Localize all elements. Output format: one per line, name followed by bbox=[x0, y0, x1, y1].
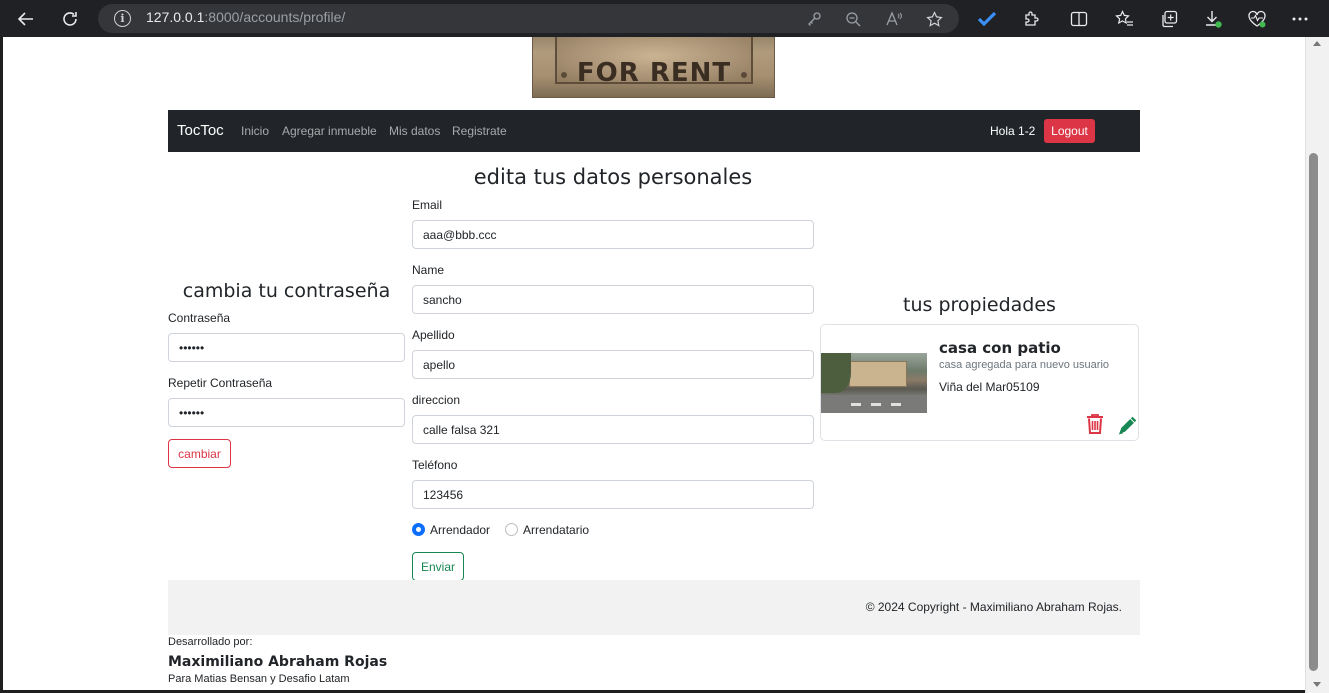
nav-link-registrate[interactable]: Registrate bbox=[452, 124, 507, 138]
password-form-heading: cambia tu contraseña bbox=[182, 280, 391, 302]
telefono-label: Teléfono bbox=[412, 458, 458, 472]
property-card[interactable]: casa con patio casa agregada para nuevo … bbox=[820, 324, 1139, 441]
name-field[interactable]: sancho bbox=[412, 285, 814, 314]
scrollbar-thumb[interactable] bbox=[1309, 153, 1318, 671]
extensions-icon[interactable] bbox=[1019, 7, 1043, 31]
radio-arrendatario[interactable] bbox=[505, 523, 518, 536]
favorites-icon[interactable] bbox=[1112, 7, 1136, 31]
password-label: Contraseña bbox=[168, 311, 231, 325]
apellido-label: Apellido bbox=[412, 328, 455, 342]
telefono-field[interactable]: 123456 bbox=[412, 480, 814, 509]
url-text: 127.0.0.1:8000/accounts/profile/ bbox=[146, 9, 346, 25]
extension-check-icon[interactable] bbox=[975, 7, 999, 31]
nav-link-mis-datos[interactable]: Mis datos bbox=[389, 124, 440, 138]
zoom-out-icon[interactable] bbox=[843, 9, 863, 29]
repeat-password-label: Repetir Contraseña bbox=[168, 376, 273, 390]
for-rent-banner-image: FOR RENT bbox=[532, 37, 775, 98]
split-screen-icon[interactable] bbox=[1067, 7, 1091, 31]
user-greeting: Hola 1-2 bbox=[990, 124, 1036, 138]
logout-button[interactable]: Logout bbox=[1044, 119, 1095, 143]
direccion-field[interactable]: calle falsa 321 bbox=[412, 415, 814, 444]
properties-heading: tus propiedades bbox=[903, 294, 1056, 316]
password-field[interactable]: •••••• bbox=[168, 333, 405, 362]
enviar-button[interactable]: Enviar bbox=[412, 552, 464, 581]
footer: © 2024 Copyright - Maximiliano Abraham R… bbox=[168, 580, 1140, 635]
cambiar-button[interactable]: cambiar bbox=[168, 439, 231, 468]
site-info-icon[interactable]: i bbox=[114, 10, 131, 27]
nav-link-inicio[interactable]: Inicio bbox=[241, 124, 269, 138]
email-label: Email bbox=[412, 198, 443, 212]
address-bar[interactable]: i 127.0.0.1:8000/accounts/profile/ bbox=[98, 4, 959, 33]
page-scrollbar[interactable] bbox=[1305, 37, 1329, 693]
radio-arrendador-label[interactable]: Arrendador bbox=[430, 523, 490, 537]
property-location: Viña del Mar05109 bbox=[939, 380, 1040, 394]
scroll-up-arrow-icon[interactable] bbox=[1313, 41, 1321, 46]
developer-name: Maximiliano Abraham Rojas bbox=[168, 654, 388, 670]
browser-essentials-icon[interactable] bbox=[1245, 7, 1269, 31]
pencil-edit-icon[interactable] bbox=[1117, 414, 1139, 436]
navbar: TocToc Inicio Agregar inmueble Mis datos… bbox=[168, 110, 1140, 152]
radio-arrendatario-label[interactable]: Arrendatario bbox=[523, 523, 589, 537]
read-aloud-icon[interactable] bbox=[884, 9, 904, 29]
favorite-star-icon[interactable] bbox=[924, 9, 944, 29]
property-description: casa agregada para nuevo usuario bbox=[939, 359, 1110, 371]
scroll-down-arrow-icon[interactable] bbox=[1313, 682, 1321, 687]
reload-icon[interactable] bbox=[57, 6, 83, 32]
more-menu-icon[interactable] bbox=[1288, 7, 1312, 31]
direccion-label: direccion bbox=[412, 393, 461, 407]
navbar-brand[interactable]: TocToc bbox=[177, 122, 224, 139]
email-field[interactable]: aaa@bbb.ccc bbox=[412, 220, 814, 249]
downloads-icon[interactable] bbox=[1201, 7, 1225, 31]
page-viewport: FOR RENT TocToc Inicio Agregar inmueble … bbox=[3, 37, 1305, 690]
key-icon[interactable] bbox=[804, 9, 824, 29]
apellido-field[interactable]: apello bbox=[412, 350, 814, 379]
profile-form-heading: edita tus datos personales bbox=[473, 165, 753, 189]
radio-arrendador[interactable] bbox=[412, 523, 425, 536]
collections-icon[interactable] bbox=[1157, 7, 1181, 31]
repeat-password-field[interactable]: •••••• bbox=[168, 398, 405, 427]
developed-for-text: Para Matias Bensan y Desafio Latam bbox=[168, 673, 350, 685]
developed-by-label: Desarrollado por: bbox=[168, 636, 253, 648]
property-title: casa con patio bbox=[939, 339, 1061, 357]
property-photo bbox=[821, 353, 927, 413]
trash-icon[interactable] bbox=[1086, 413, 1104, 435]
back-icon[interactable] bbox=[13, 6, 39, 32]
name-label: Name bbox=[412, 263, 445, 277]
copyright-text: © 2024 Copyright - Maximiliano Abraham R… bbox=[865, 600, 1122, 614]
browser-toolbar: i 127.0.0.1:8000/accounts/profile/ bbox=[0, 0, 1329, 37]
nav-link-agregar-inmueble[interactable]: Agregar inmueble bbox=[282, 124, 377, 138]
